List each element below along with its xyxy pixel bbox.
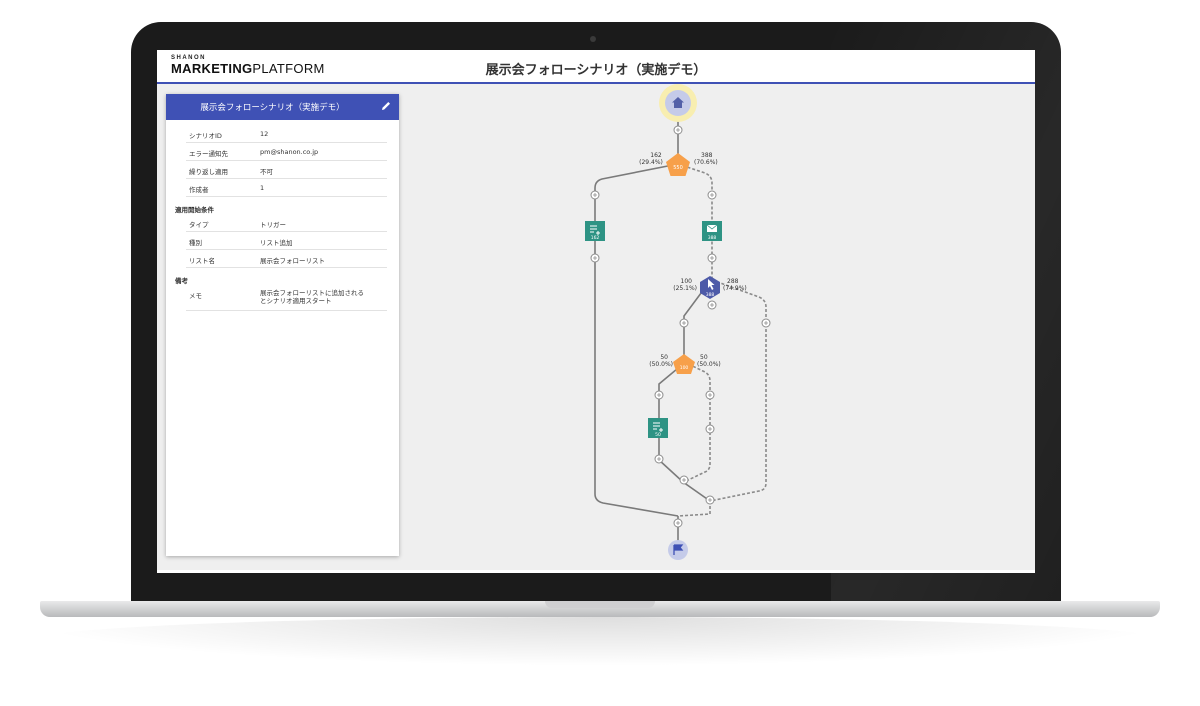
row-value: トリガー: [260, 221, 286, 229]
row-value: リスト追加: [260, 239, 293, 247]
detail-row-error-notify: エラー通知先 pm@shanon.co.jp: [186, 143, 387, 161]
scenario-info-panel: 展示会フォローシナリオ（実施デモ） シナリオID 12 エラー通知先 pm@sh…: [166, 94, 399, 556]
mail-count: 388: [708, 235, 717, 241]
memo-line-2: とシナリオ適用スタート: [260, 297, 332, 305]
row-label: リスト名: [189, 257, 215, 265]
branch-node-3: [673, 354, 695, 374]
memo-line-1: 展示会フォローリストに追加される: [260, 289, 364, 297]
branch-3-left-pct: (50.0%): [649, 361, 673, 368]
flow-edge-dashed: [683, 361, 711, 483]
section-start-conditions: 適用開始条件: [175, 206, 214, 214]
workspace: 550 162 (29.4%) 388 (70.6%) 162 388 388 …: [157, 84, 1035, 570]
branch-1-count: 550: [673, 165, 683, 171]
row-value: 不可: [260, 168, 273, 176]
row-value: 12: [260, 130, 269, 138]
row-label: シナリオID: [189, 132, 222, 140]
laptop-base-notch: [545, 601, 655, 608]
laptop-shadow: [30, 617, 1170, 665]
branch-1-right-pct: (70.6%): [694, 159, 718, 166]
row-value: pm@shanon.co.jp: [260, 148, 319, 156]
panel-header: 展示会フォローシナリオ（実施デモ）: [166, 94, 399, 120]
branch-3-right-count: 50: [700, 354, 708, 361]
detail-row-list-name: リスト名 展示会フォローリスト: [186, 250, 387, 268]
branch-2-right-pct: (74.9%): [723, 285, 747, 292]
app-screen: SHANON MARKETINGPLATFORM 展示会フォローシナリオ（実施デ…: [157, 50, 1035, 573]
detail-row-repeat: 繰り返し適用 不可: [186, 161, 387, 179]
section-notes: 備考: [175, 277, 188, 285]
row-value: 展示会フォローリスト: [260, 257, 325, 265]
edit-icon[interactable]: [380, 100, 392, 112]
branch-3-right-pct: (50.0%): [697, 361, 721, 368]
row-label: 作成者: [189, 186, 209, 194]
branch-1-right-count: 388: [701, 152, 713, 159]
detail-row-kind: 種別 リスト追加: [186, 232, 387, 250]
flow-edge-dashed: [709, 279, 767, 502]
branch-1-left-count: 162: [650, 152, 662, 159]
camera: [590, 36, 596, 42]
branch-2-count: 388: [706, 292, 715, 298]
flow-edge-dashed: [677, 501, 711, 517]
branch-2-left-pct: (25.1%): [673, 285, 697, 292]
row-value: 展示会フォローリストに追加される とシナリオ適用スタート: [260, 289, 380, 305]
flow-edge: [658, 280, 711, 502]
branch-3-left-count: 50: [660, 354, 668, 361]
branch-2-right-count: 288: [727, 278, 739, 285]
list-add-2-count: 50: [655, 432, 661, 438]
list-add-1-count: 162: [591, 235, 600, 241]
row-label: メモ: [189, 292, 202, 300]
row-label: 種別: [189, 239, 202, 247]
row-value: 1: [260, 184, 265, 192]
flow-edge: [594, 163, 679, 517]
row-label: エラー通知先: [189, 150, 228, 158]
detail-row-creator: 作成者 1: [186, 179, 387, 197]
branch-1-left-pct: (29.4%): [639, 159, 663, 166]
detail-row-scenario-id: シナリオID 12: [186, 125, 387, 143]
app-header: SHANON MARKETINGPLATFORM 展示会フォローシナリオ（実施デ…: [157, 50, 1035, 84]
branch-2-left-count: 100: [681, 278, 693, 285]
detail-row-memo: メモ 展示会フォローリストに追加される とシナリオ適用スタート: [186, 285, 387, 311]
row-label: タイプ: [189, 221, 209, 229]
panel-title: 展示会フォローシナリオ（実施デモ）: [200, 103, 345, 113]
page-title: 展示会フォローシナリオ（実施デモ）: [485, 63, 707, 78]
detail-row-type: タイプ トリガー: [186, 214, 387, 232]
row-label: 繰り返し適用: [189, 168, 228, 176]
branch-3-count: 100: [680, 365, 689, 371]
